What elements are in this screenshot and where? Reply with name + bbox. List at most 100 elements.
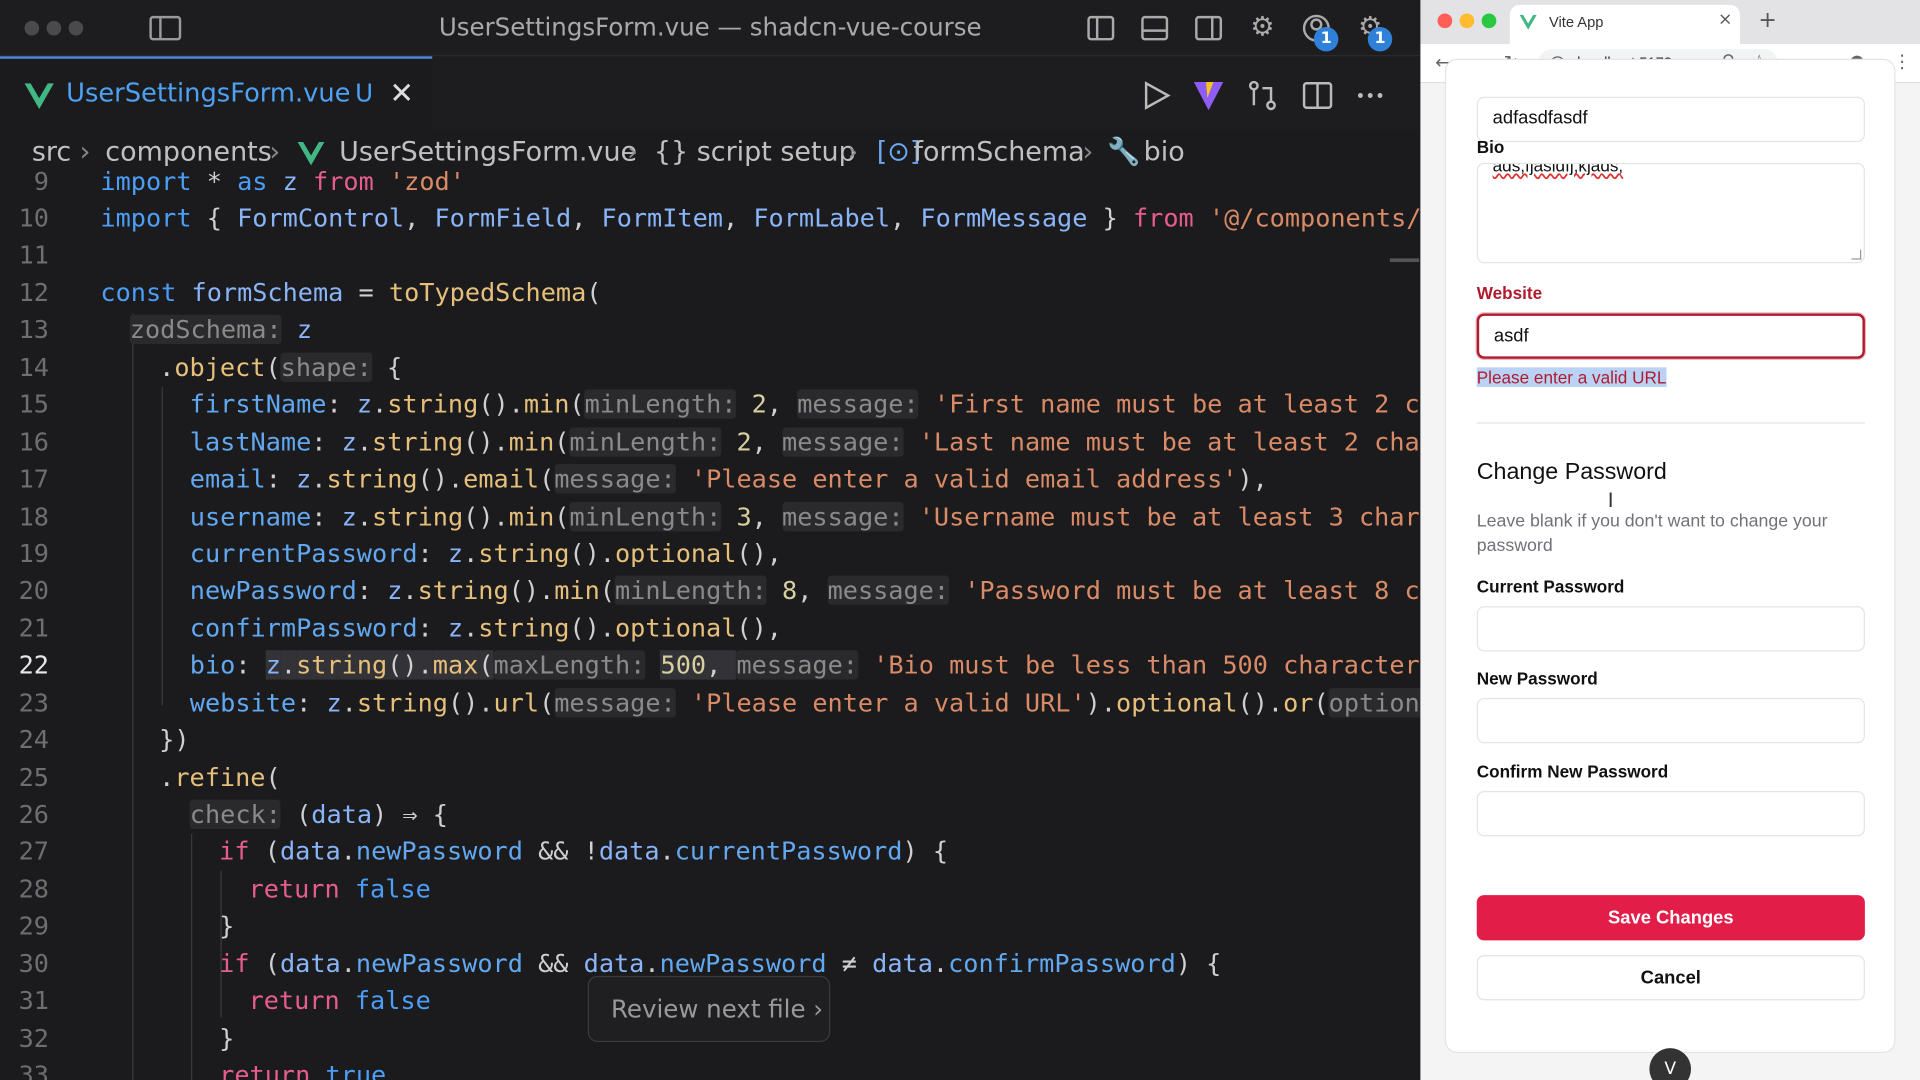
resize-handle-icon[interactable] (1851, 249, 1862, 260)
line-number: 23 (18, 688, 49, 718)
line-number: 18 (18, 502, 49, 532)
line-number: 9 (33, 166, 49, 196)
line-number: 11 (18, 240, 49, 270)
settings-gear-icon[interactable]: ⚙ (1247, 12, 1279, 44)
code-line-22: bio: z.string().max(maxLength: 500, mess… (189, 650, 1421, 680)
minimize-window-icon[interactable] (46, 20, 62, 36)
review-next-file-button[interactable]: Review next file › (587, 975, 831, 1043)
confirm-password-input[interactable] (1476, 791, 1865, 837)
username-input[interactable]: adfasdfasdf (1476, 96, 1865, 143)
wrench-icon: 🔧 (1106, 137, 1141, 168)
code-line-31: return false (248, 985, 431, 1016)
line-number: 15 (18, 389, 49, 419)
code-line-14: .object(shape: { (159, 352, 403, 383)
code-line-12: const formSchema = toTypedSchema( (100, 277, 602, 308)
line-number: 24 (18, 724, 49, 755)
browser-tabstrip: Vite App × + (1420, 0, 1920, 45)
current-password-input[interactable] (1476, 606, 1865, 652)
breadcrumb-bio[interactable]: bio (1144, 137, 1185, 168)
new-password-label: New Password (1476, 668, 1598, 689)
line-number: 16 (18, 427, 49, 457)
code-line-10: import { FormControl, FormField, FormIte… (100, 203, 1421, 233)
browser-window: Vite App × + ← → ↻ localhost:5173 ⚲ ☆ ▭ … (1420, 0, 1920, 1080)
line-number: 29 (18, 911, 49, 941)
minimap-indicator[interactable] (1389, 258, 1420, 263)
save-changes-button[interactable]: Save Changes (1476, 895, 1865, 941)
line-number: 21 (18, 613, 49, 643)
code-line-27: if (data.newPassword && !data.currentPas… (219, 836, 949, 866)
source-control-compare-icon[interactable] (1245, 78, 1279, 112)
minimize-window-icon[interactable] (1459, 13, 1475, 29)
line-number: 20 (18, 575, 49, 605)
code-line-28: return false (248, 874, 431, 904)
indent-guide (161, 386, 163, 706)
breadcrumb-chevron-icon: › (79, 137, 91, 168)
split-editor-icon[interactable] (1300, 78, 1334, 112)
code-line-24: }) (159, 724, 190, 755)
code-line-21: confirmPassword: z.string().optional(), (189, 613, 782, 643)
maximize-window-icon[interactable] (1481, 13, 1497, 29)
line-number: 17 (18, 464, 49, 494)
toggle-primary-sidebar-icon[interactable] (1085, 12, 1117, 44)
tab-filename: UserSettingsForm.vue (66, 78, 351, 108)
close-window-icon[interactable] (1437, 13, 1453, 29)
website-input[interactable]: asdf (1476, 313, 1865, 359)
new-tab-icon[interactable]: + (1758, 7, 1776, 33)
breadcrumb-chevron-icon: › (626, 137, 638, 168)
line-number: 14 (18, 352, 49, 383)
maximize-window-icon[interactable] (68, 20, 84, 36)
screen: UserSettingsForm.vue — shadcn-vue-course… (0, 0, 1920, 1080)
breadcrumb-chevron-icon: › (1082, 137, 1094, 168)
settings-form-card: adfasdfasdf Bio ads;fjasldfj;kjads; Webs… (1444, 58, 1896, 1054)
current-password-label: Current Password (1476, 576, 1625, 597)
indent-guide (220, 870, 222, 1018)
run-icon[interactable] (1139, 78, 1173, 112)
code-line-30: if (data.newPassword && data.newPassword… (219, 948, 1222, 979)
toggle-secondary-sidebar-icon[interactable] (1193, 12, 1225, 44)
code-line-25: .refine( (159, 762, 281, 793)
more-actions-icon[interactable] (1353, 78, 1387, 112)
line-number: 31 (18, 985, 49, 1016)
vite-extension-icon[interactable] (1191, 78, 1225, 112)
tab-usersettingsform[interactable]: UserSettingsForm.vue U ✕ (0, 56, 433, 130)
change-password-description: Leave blank if you don't want to change … (1476, 511, 1828, 556)
breadcrumb-src[interactable]: src (32, 137, 71, 168)
code-line-15: firstName: z.string().min(minLength: 2, … (189, 389, 1421, 419)
indent-guide (132, 313, 134, 1080)
line-number: 32 (18, 1023, 49, 1054)
tab-close-icon[interactable]: × (1718, 10, 1732, 30)
line-number: 26 (18, 799, 49, 829)
code-line-17: email: z.string().email(message: 'Please… (189, 464, 1268, 494)
breadcrumb-chevron-icon: › (847, 137, 859, 168)
code-line-20: newPassword: z.string().min(minLength: 8… (189, 575, 1421, 605)
line-number: 30 (18, 948, 49, 979)
accounts-badge: 1 (1313, 26, 1339, 52)
toggle-panel-icon[interactable] (1139, 12, 1171, 44)
indent-guide (191, 833, 193, 1080)
line-number: 19 (18, 538, 49, 569)
breadcrumb-script-setup[interactable]: {} script setup (654, 137, 856, 168)
tab-close-icon[interactable]: ✕ (389, 76, 414, 110)
code-line-33: return true (219, 1060, 387, 1080)
bio-textarea[interactable]: ads;fjasldfj;kjads; (1476, 162, 1865, 264)
breadcrumb-chevron-icon: › (269, 137, 281, 168)
sidebar-toggle-icon[interactable] (149, 15, 182, 41)
close-window-icon[interactable] (24, 20, 40, 36)
line-number: 12 (18, 277, 49, 308)
cancel-button[interactable]: Cancel (1476, 955, 1865, 1001)
menu-dots-icon[interactable]: ⋮ (1893, 50, 1911, 72)
browser-tab-title: Vite App (1548, 13, 1604, 31)
breadcrumb-components[interactable]: components (105, 137, 271, 168)
line-number: 33 (18, 1060, 49, 1080)
website-label: Website (1476, 282, 1543, 303)
line-number: 28 (18, 874, 49, 904)
code-line-23: website: z.string().url(message: 'Please… (190, 688, 1421, 718)
tab-untracked-status: U (355, 78, 374, 108)
breadcrumb-formschema[interactable]: formSchema (913, 137, 1084, 168)
breadcrumb-file[interactable]: UserSettingsForm.vue (339, 137, 637, 168)
browser-tab[interactable]: Vite App × (1509, 4, 1741, 45)
code-line-26: check: (data) ⇒ { (189, 799, 448, 829)
code-area[interactable]: 9 10 11 12 13 14 15 16 17 18 19 20 21 22 23 24 25 26 27 28 2… (0, 166, 1421, 1080)
new-password-input[interactable] (1476, 697, 1865, 744)
vue-file-icon (297, 142, 325, 166)
